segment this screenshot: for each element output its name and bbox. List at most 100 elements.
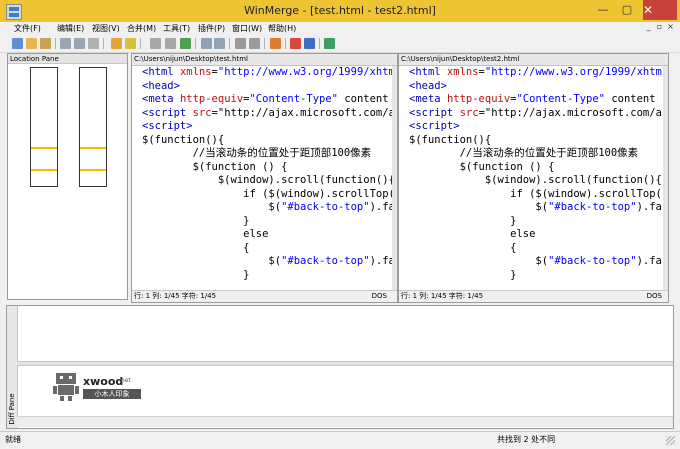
status-diff-count: 共找到 2 处不同 xyxy=(497,435,556,444)
minimize-button[interactable]: — xyxy=(592,2,614,18)
right-code-line[interactable]: $(window).scroll(function(){ xyxy=(409,174,662,187)
right-code-line[interactable]: $(function(){ xyxy=(409,134,491,147)
left-code-line[interactable]: //当滚动条的位置处于距顶部100像素 xyxy=(142,147,372,160)
redo-icon[interactable] xyxy=(74,38,85,49)
location-pane[interactable]: Location Pane xyxy=(7,53,128,300)
mdi-restore-button[interactable]: ▫ xyxy=(654,22,665,31)
copy-all-left-icon[interactable] xyxy=(249,38,260,49)
right-code-line[interactable]: if ($(window).scrollTop() xyxy=(409,188,667,201)
toolbar-separator xyxy=(229,38,230,49)
menu-bar: 文件(F) 编辑(E) 视图(V) 合并(M) 工具(T) 插件(P) 窗口(W… xyxy=(0,22,680,35)
left-code-line[interactable]: <script> xyxy=(142,120,193,133)
left-code-line[interactable]: $("#back-to-top").fa xyxy=(142,255,394,268)
menu-merge[interactable]: 合并(M) xyxy=(127,22,156,35)
options-icon[interactable] xyxy=(270,38,281,49)
menu-view[interactable]: 视图(V) xyxy=(92,22,120,35)
left-code-line[interactable]: $("#back-to-top").fa xyxy=(142,201,394,214)
right-code-line[interactable]: <html xmlns="http://www.w3.org/1999/xhtm… xyxy=(409,66,667,79)
maximize-button[interactable]: ▢ xyxy=(614,2,640,18)
location-bar-right[interactable] xyxy=(79,67,107,187)
left-eol-type: DOS xyxy=(371,292,387,300)
right-code-line[interactable]: <meta http-equiv="Content-Type" content xyxy=(409,93,656,106)
open-folder-icon[interactable] xyxy=(26,38,37,49)
right-scrollbar[interactable] xyxy=(663,66,668,291)
status-ready: 就绪 xyxy=(5,435,21,444)
toolbar-separator xyxy=(103,38,104,49)
right-cursor-position: 行: 1 列: 1/45 字符: 1/45 xyxy=(401,292,484,300)
mdi-controls: _ ▫ × xyxy=(643,22,676,35)
mdi-minimize-button[interactable]: _ xyxy=(643,22,654,31)
left-code-line[interactable]: $(window).scroll(function(){ xyxy=(142,174,395,187)
toolbar-separator xyxy=(140,38,141,49)
left-code-line[interactable]: } xyxy=(142,269,249,282)
menu-help[interactable]: 帮助(H) xyxy=(268,22,296,35)
left-editor-pane[interactable]: C:\Users\nijun\Desktop\test.html <html x… xyxy=(131,53,398,303)
left-code-line[interactable]: else xyxy=(142,228,268,241)
right-code-line[interactable]: $("#back-to-top").fa xyxy=(409,201,661,214)
copy-all-right-icon[interactable] xyxy=(235,38,246,49)
diff-pane-splitter[interactable] xyxy=(17,361,673,366)
right-code-line[interactable]: } xyxy=(409,269,516,282)
right-eol-type: DOS xyxy=(646,292,662,300)
toolbar xyxy=(0,35,680,53)
toolbar-separator xyxy=(319,38,320,49)
left-code-line[interactable]: } xyxy=(142,215,249,228)
next-diff-icon[interactable] xyxy=(111,38,122,49)
toolbar-separator xyxy=(285,38,286,49)
prev-diff-icon[interactable] xyxy=(125,38,136,49)
left-cursor-position: 行: 1 列: 1/45 字符: 1/45 xyxy=(134,292,217,300)
right-code-line[interactable]: <script> xyxy=(409,120,460,133)
left-code-line[interactable]: if ($(window).scrollTop() xyxy=(142,188,397,201)
menu-file[interactable]: 文件(F) xyxy=(14,22,41,35)
right-code-line[interactable]: //当滚动条的位置处于距顶部100像素 xyxy=(409,147,639,160)
mdi-close-button[interactable]: × xyxy=(665,22,676,31)
resize-grip-icon[interactable] xyxy=(666,436,675,445)
save-icon[interactable] xyxy=(40,38,51,49)
right-code-line[interactable]: { xyxy=(409,242,516,255)
diff-pane-label-bar: Diff Pane xyxy=(7,306,18,428)
right-status-bar: 行: 1 列: 1/45 字符: 1/45 DOS xyxy=(399,290,668,302)
close-button[interactable]: ✕ xyxy=(643,0,677,20)
diff-marker xyxy=(31,147,57,149)
left-code-line[interactable]: $(function () { xyxy=(142,161,288,174)
menu-plugins[interactable]: 插件(P) xyxy=(198,22,225,35)
merge-icon[interactable] xyxy=(304,38,315,49)
left-code-line[interactable]: <meta http-equiv="Content-Type" content xyxy=(142,93,389,106)
right-code-line[interactable]: $("#back-to-top").fa xyxy=(409,255,661,268)
left-code-line[interactable]: $(function(){ xyxy=(142,134,224,147)
left-code-line[interactable]: { xyxy=(142,242,249,255)
left-code-view[interactable]: <html xmlns="http://www.w3.org/1999/xhtm… xyxy=(132,66,397,294)
right-code-line[interactable]: } xyxy=(409,215,516,228)
left-status-bar: 行: 1 列: 1/45 字符: 1/45 DOS xyxy=(132,290,397,302)
copy-left-icon[interactable] xyxy=(214,38,225,49)
right-code-line[interactable]: <script src="http://ajax.microsoft.com/a xyxy=(409,107,662,120)
current-diff-icon[interactable] xyxy=(165,38,176,49)
left-code-line[interactable]: <html xmlns="http://www.w3.org/1999/xhtm… xyxy=(142,66,397,79)
window-title: WinMerge - [test.html - test2.html] xyxy=(244,4,436,17)
logo-name: xwood xyxy=(83,375,124,388)
diff-marker xyxy=(31,169,57,171)
diff-pane[interactable]: Diff Pane xwood .net 小木人印象 xyxy=(6,305,674,429)
right-code-view[interactable]: <html xmlns="http://www.w3.org/1999/xhtm… xyxy=(399,66,667,294)
compare-icon[interactable] xyxy=(290,38,301,49)
menu-edit[interactable]: 编辑(E) xyxy=(57,22,84,35)
left-code-line[interactable]: <head> xyxy=(142,80,180,93)
right-code-line[interactable]: else xyxy=(409,228,535,241)
refresh-icon[interactable] xyxy=(88,38,99,49)
left-code-line[interactable]: <script src="http://ajax.microsoft.com/a xyxy=(142,107,395,120)
copy-right-icon[interactable] xyxy=(201,38,212,49)
right-editor-pane[interactable]: C:\Users\nijun\Desktop\test2.html <html … xyxy=(398,53,669,303)
right-code-line[interactable]: $(function () { xyxy=(409,161,555,174)
first-diff-icon[interactable] xyxy=(150,38,161,49)
menu-tools[interactable]: 工具(T) xyxy=(163,22,190,35)
left-scrollbar[interactable] xyxy=(392,66,397,291)
location-bar-left[interactable] xyxy=(30,67,58,187)
menu-window[interactable]: 窗口(W) xyxy=(232,22,262,35)
right-code-line[interactable]: <head> xyxy=(409,80,447,93)
undo-icon[interactable] xyxy=(60,38,71,49)
xwood-watermark-logo: xwood .net 小木人印象 xyxy=(53,369,143,403)
last-diff-icon[interactable] xyxy=(180,38,191,49)
new-file-icon[interactable] xyxy=(12,38,23,49)
diff-horizontal-scrollbar[interactable] xyxy=(17,416,673,427)
refresh-compare-icon[interactable] xyxy=(324,38,335,49)
